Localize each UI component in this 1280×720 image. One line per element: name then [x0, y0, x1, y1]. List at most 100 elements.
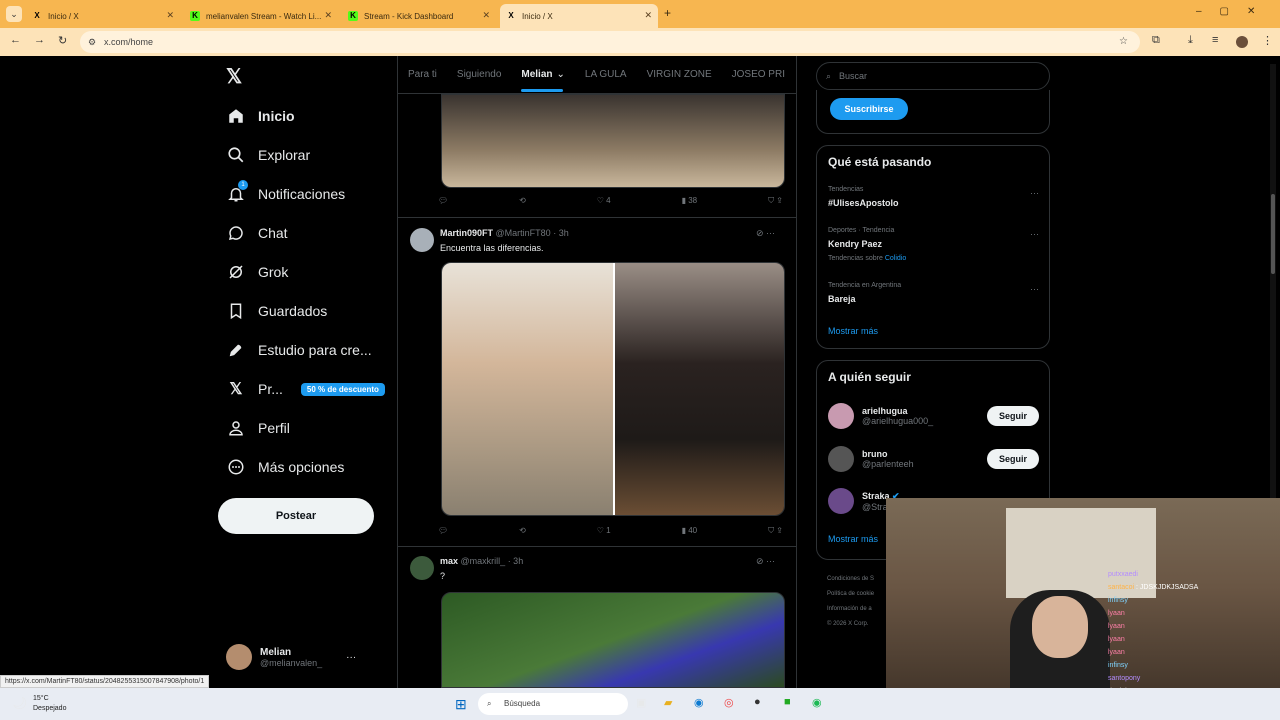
profile-avatar-icon[interactable]	[1236, 36, 1248, 48]
tab-la-gula[interactable]: LA GULA	[585, 69, 627, 80]
edge-icon[interactable]: ◉	[694, 696, 704, 709]
close-icon[interactable]: ✕	[644, 10, 652, 21]
search-input[interactable]: ⌕ Buscar	[816, 62, 1050, 90]
tab-melian-stream[interactable]: K melianvalen Stream - Watch Li... ✕	[184, 4, 338, 28]
chevron-down-icon[interactable]: ⌄	[557, 69, 565, 80]
star-icon[interactable]: ☆	[1119, 31, 1128, 53]
extensions-icon[interactable]: ⧉	[1152, 34, 1160, 47]
menu-icon[interactable]: ⋮	[1262, 34, 1273, 47]
follow-title: A quién seguir	[828, 370, 911, 384]
author-name[interactable]: max	[440, 556, 458, 566]
author-handle[interactable]: @maxkrill_	[461, 556, 506, 566]
follow-button[interactable]: Seguir	[987, 449, 1039, 469]
nav-notifications[interactable]: 1 Notificaciones	[226, 180, 345, 204]
account-switcher[interactable]: Melian @melianvalen_ ···	[226, 644, 356, 670]
back-icon[interactable]: ←	[10, 34, 21, 46]
trend-item[interactable]: Kendry Paez	[828, 239, 882, 249]
tab-kick-dashboard[interactable]: K Stream - Kick Dashboard ✕	[342, 4, 496, 28]
grok-icon[interactable]: ⊘ ···	[756, 556, 775, 567]
site-info-icon[interactable]: ⚙	[88, 31, 96, 53]
tab-for-you[interactable]: Para ti	[408, 69, 437, 80]
media-icon[interactable]: ≡	[1212, 34, 1218, 46]
tab-title: melianvalen Stream - Watch Li...	[206, 11, 322, 21]
follow-button[interactable]: Seguir	[987, 406, 1039, 426]
app-icon[interactable]: ●	[754, 696, 761, 708]
nav-explore[interactable]: Explorar	[226, 145, 310, 165]
footer-link[interactable]: Condiciones de S	[827, 572, 874, 587]
tweet-image[interactable]	[441, 262, 785, 516]
reply-icon[interactable]: 💬︎	[438, 526, 448, 536]
nav-profile[interactable]: Perfil	[226, 418, 290, 438]
scrollbar-thumb[interactable]	[1271, 194, 1275, 274]
close-icon[interactable]: ✕	[324, 10, 332, 21]
file-explorer-icon[interactable]: ▰	[664, 696, 672, 709]
tab-melian[interactable]: Melian	[521, 69, 563, 92]
show-more-link[interactable]: Mostrar más	[828, 534, 878, 544]
tweet-text: ?	[440, 571, 446, 581]
avatar[interactable]	[410, 556, 434, 580]
weather-widget[interactable]: 15°C Despejado	[33, 694, 66, 714]
views-button[interactable]: ▮ 40	[682, 526, 698, 536]
footer-link[interactable]: Política de cookie	[827, 587, 874, 602]
x-logo-icon[interactable]: 𝕏	[226, 64, 242, 89]
bookmark-icon[interactable]: ⛉ ⇪	[768, 526, 783, 536]
tweet-image[interactable]	[441, 94, 785, 188]
reload-icon[interactable]: ↻	[58, 34, 67, 47]
follow-suggestion[interactable]: bruno @parlenteeh	[828, 446, 914, 472]
show-more-link[interactable]: Mostrar más	[828, 326, 878, 336]
like-button[interactable]: ♡ 4	[597, 196, 611, 206]
subscribe-button[interactable]: Suscribirse	[830, 98, 908, 120]
bookmark-icon[interactable]: ⛉ ⇪	[768, 196, 783, 206]
download-icon[interactable]: ⤓	[1188, 34, 1193, 47]
more-horizontal-icon[interactable]: ···	[1030, 284, 1039, 294]
nav-home[interactable]: Inicio	[226, 106, 295, 126]
repost-icon[interactable]: ⟲	[519, 526, 526, 536]
nav-bookmarks[interactable]: Guardados	[226, 301, 327, 321]
tab-inicio-1[interactable]: X Inicio / X ✕	[26, 4, 180, 28]
nav-chat[interactable]: Chat	[226, 223, 288, 243]
author-handle[interactable]: @MartinFT80	[496, 228, 551, 238]
windows-start-icon[interactable]: ⊞	[455, 696, 467, 713]
task-view-icon[interactable]: ▣	[636, 696, 646, 709]
tab-virgin-zone[interactable]: VIRGIN ZONE	[647, 69, 712, 80]
spotify-icon[interactable]: ◉	[812, 696, 822, 709]
new-tab-icon[interactable]: +	[664, 6, 671, 20]
taskbar-search[interactable]: ⌕ Búsqueda	[478, 693, 628, 715]
forward-icon[interactable]: →	[34, 34, 45, 46]
url-input[interactable]: ⚙ x.com/home ☆	[80, 31, 1140, 53]
reply-icon[interactable]: 💬︎	[438, 196, 448, 206]
tweet-time[interactable]: · 3h	[553, 228, 569, 238]
avatar[interactable]	[410, 228, 434, 252]
follow-suggestion[interactable]: arielhugua @arielhugua000_	[828, 403, 933, 429]
like-button[interactable]: ♡ 1	[597, 526, 611, 536]
tab-following[interactable]: Siguiendo	[457, 69, 501, 80]
post-button[interactable]: Postear	[218, 498, 374, 534]
tweet-image[interactable]	[441, 592, 785, 688]
window-controls[interactable]: –▢✕	[1196, 6, 1273, 17]
trend-item[interactable]: Bareja	[828, 294, 856, 304]
suggestion-name: bruno	[862, 449, 888, 459]
nav-more[interactable]: Más opciones	[226, 457, 344, 477]
avatar	[828, 488, 854, 514]
close-icon[interactable]: ✕	[166, 10, 174, 21]
footer-link[interactable]: Información de a	[827, 602, 874, 617]
app-icon[interactable]: ■	[784, 696, 791, 708]
tweet-time[interactable]: · 3h	[508, 556, 524, 566]
nav-premium[interactable]: 𝕏 Pr... 50 % de descuento	[226, 379, 385, 399]
repost-icon[interactable]: ⟲	[519, 196, 526, 206]
trend-link[interactable]: Colidio	[885, 255, 906, 262]
close-icon[interactable]: ✕	[482, 10, 490, 21]
more-horizontal-icon[interactable]: ···	[1030, 229, 1039, 239]
views-button[interactable]: ▮ 38	[682, 196, 698, 206]
nav-grok[interactable]: Grok	[226, 262, 288, 282]
weather-icon[interactable]: 🌙︎	[12, 696, 27, 710]
more-horizontal-icon[interactable]: ···	[1030, 188, 1039, 198]
grok-icon[interactable]: ⊘ ···	[756, 228, 775, 239]
trend-item[interactable]: #UlisesApostolo	[828, 198, 899, 208]
tab-inicio-2[interactable]: X Inicio / X ✕	[500, 4, 658, 28]
tab-search-button[interactable]: ⌄	[6, 6, 22, 22]
tab-joseo[interactable]: JOSEO PRI	[732, 69, 785, 80]
author-name[interactable]: Martin090FT	[440, 228, 493, 238]
chrome-icon[interactable]: ◎	[724, 696, 734, 709]
nav-creator-studio[interactable]: Estudio para cre...	[226, 340, 372, 360]
